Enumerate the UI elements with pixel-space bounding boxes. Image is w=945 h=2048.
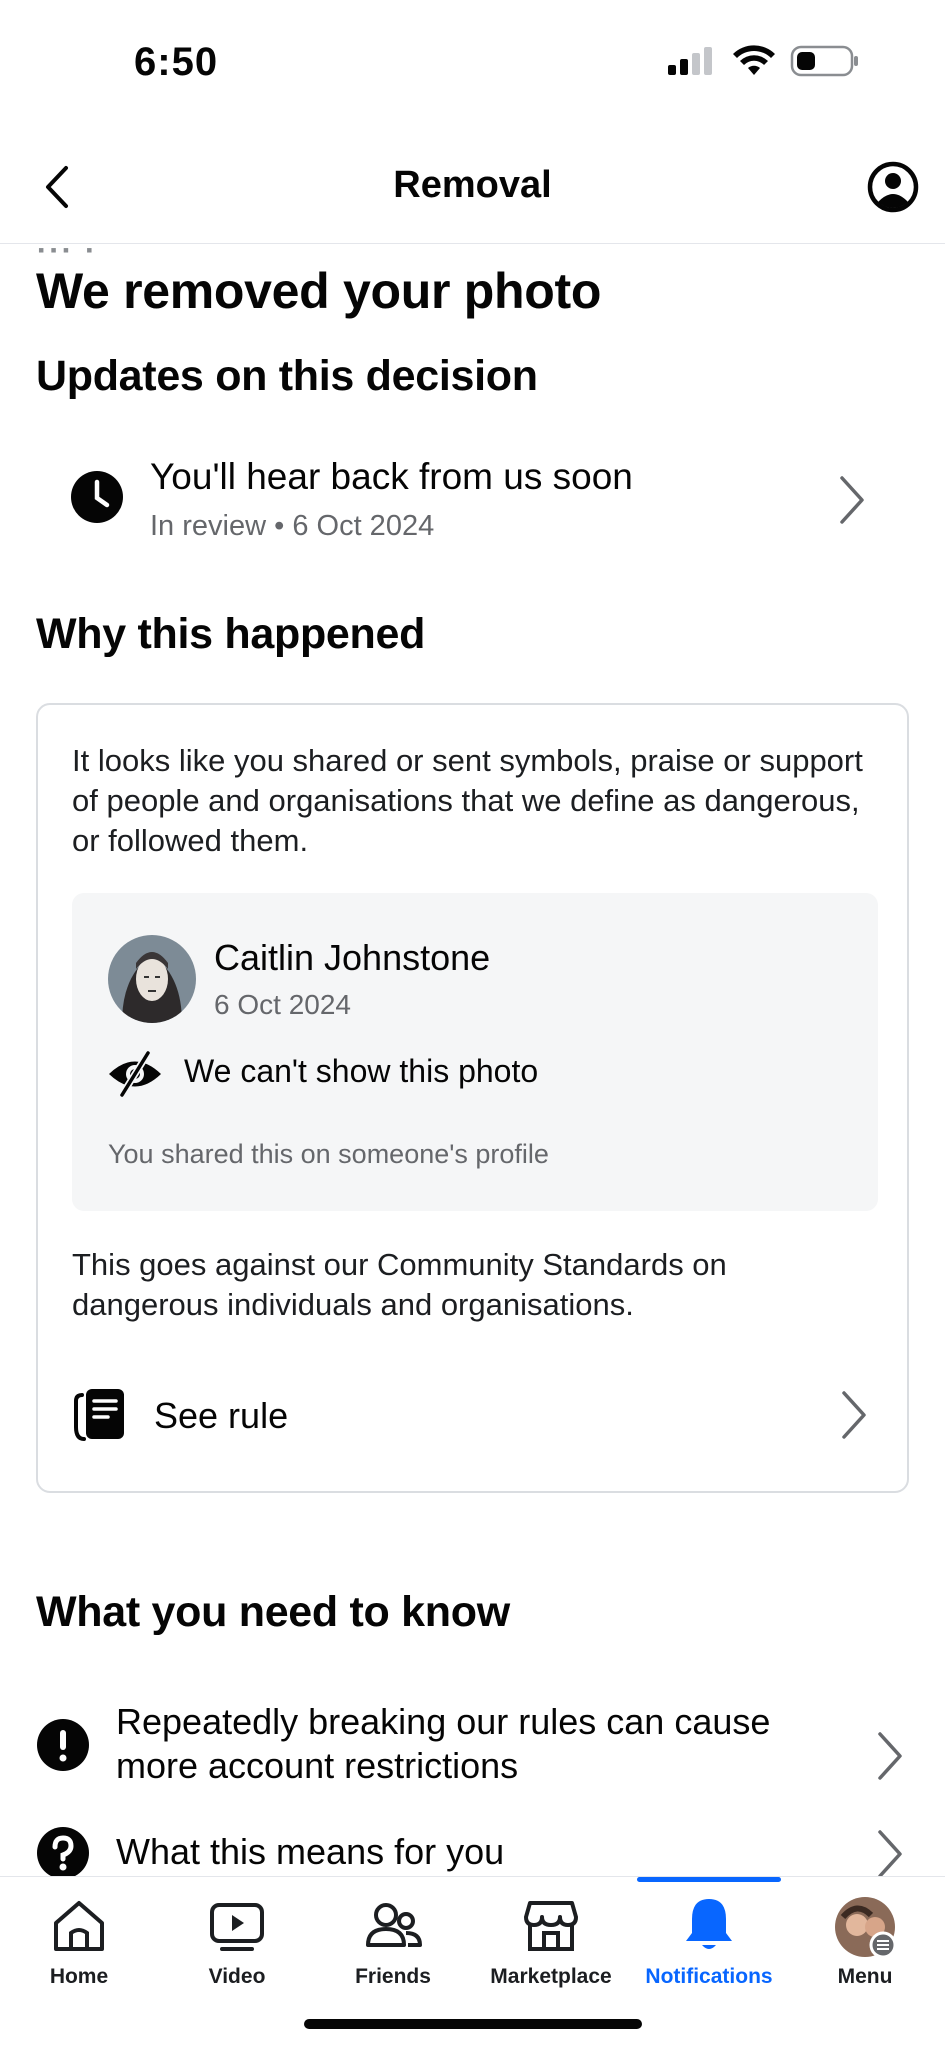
reason-explanation: It looks like you shared or sent symbols… xyxy=(72,743,863,858)
know-item-repeated-violations[interactable]: Repeatedly breaking our rules can cause … xyxy=(36,1696,906,1796)
update-status-row[interactable]: You'll hear back from us soon In review … xyxy=(36,440,886,560)
shared-note: You shared this on someone's profile xyxy=(108,1139,549,1169)
hidden-photo-text: We can't show this photo xyxy=(184,1053,539,1089)
chevron-right-icon xyxy=(842,1391,866,1439)
post-author: Caitlin Johnstone xyxy=(214,937,491,978)
nav-item-menu[interactable]: Menu xyxy=(786,1877,944,2017)
marketplace-icon xyxy=(524,1901,578,1951)
know-item-what-this-means[interactable]: What this means for you xyxy=(36,1822,906,1882)
nav-item-video[interactable]: Video xyxy=(158,1877,316,2017)
home-icon xyxy=(54,1901,104,1951)
rulebook-icon xyxy=(74,1389,124,1441)
chevron-right-icon xyxy=(878,1830,902,1878)
meta-separator: • xyxy=(274,510,285,542)
know-heading: What you need to know xyxy=(36,1588,510,1636)
nav-label: Video xyxy=(208,1965,266,1988)
updates-heading: Updates on this decision xyxy=(36,352,538,400)
see-rule-button[interactable]: See rule xyxy=(38,1365,907,1465)
nav-label: Friends xyxy=(355,1965,431,1988)
battery-icon xyxy=(790,45,858,77)
chevron-right-icon xyxy=(840,476,864,524)
eye-slash-icon xyxy=(109,1049,161,1099)
reason-card: It looks like you shared or sent symbols… xyxy=(36,703,909,1493)
why-heading: Why this happened xyxy=(36,610,426,658)
cellular-signal-icon xyxy=(668,47,712,75)
clock-icon xyxy=(71,471,123,523)
nav-label: Notifications xyxy=(645,1965,773,1988)
know-item-label: Repeatedly breaking our rules can cause … xyxy=(116,1701,771,1786)
update-status: In review xyxy=(150,510,267,542)
nav-item-marketplace[interactable]: Marketplace xyxy=(472,1877,630,2017)
standards-text: This goes against our Community Standard… xyxy=(72,1247,727,1322)
user-circle-icon xyxy=(867,161,919,213)
nav-item-friends[interactable]: Friends xyxy=(314,1877,472,2017)
nav-label: Menu xyxy=(837,1965,893,1988)
wifi-icon xyxy=(733,45,775,75)
exclamation-icon xyxy=(37,1719,89,1771)
top-header: Removal xyxy=(0,130,945,244)
see-rule-label: See rule xyxy=(154,1395,289,1436)
scrolled-content-edge: ▪▪▪ ▪ xyxy=(38,240,99,260)
avatar xyxy=(108,935,196,1023)
status-time: 6:50 xyxy=(134,40,219,84)
nav-item-notifications[interactable]: Notifications xyxy=(630,1877,788,2017)
page-title: Removal xyxy=(393,164,552,206)
update-title: You'll hear back from us soon xyxy=(150,456,633,497)
home-indicator xyxy=(304,2019,642,2029)
friends-icon xyxy=(366,1903,422,1947)
chevron-right-icon xyxy=(878,1732,902,1780)
video-icon xyxy=(210,1903,264,1951)
removal-heading: We removed your photo xyxy=(36,263,602,319)
nav-item-home[interactable]: Home xyxy=(0,1877,158,2017)
removed-post-preview: Caitlin Johnstone 6 Oct 2024 We can't sh… xyxy=(72,893,878,1211)
profile-button[interactable] xyxy=(866,160,920,214)
nav-label: Marketplace xyxy=(490,1965,612,1988)
avatar xyxy=(835,1897,897,1959)
nav-label: Home xyxy=(49,1965,109,1988)
bell-icon xyxy=(686,1899,732,1949)
question-icon xyxy=(37,1827,89,1879)
update-date: 6 Oct 2024 xyxy=(292,510,435,542)
post-date: 6 Oct 2024 xyxy=(214,989,351,1020)
status-bar: 6:50 xyxy=(0,0,945,130)
portrait-illustration xyxy=(108,935,196,1023)
know-item-label: What this means for you xyxy=(116,1831,505,1872)
update-meta: In review • 6 Oct 2024 xyxy=(150,510,434,543)
status-icons xyxy=(666,44,860,78)
